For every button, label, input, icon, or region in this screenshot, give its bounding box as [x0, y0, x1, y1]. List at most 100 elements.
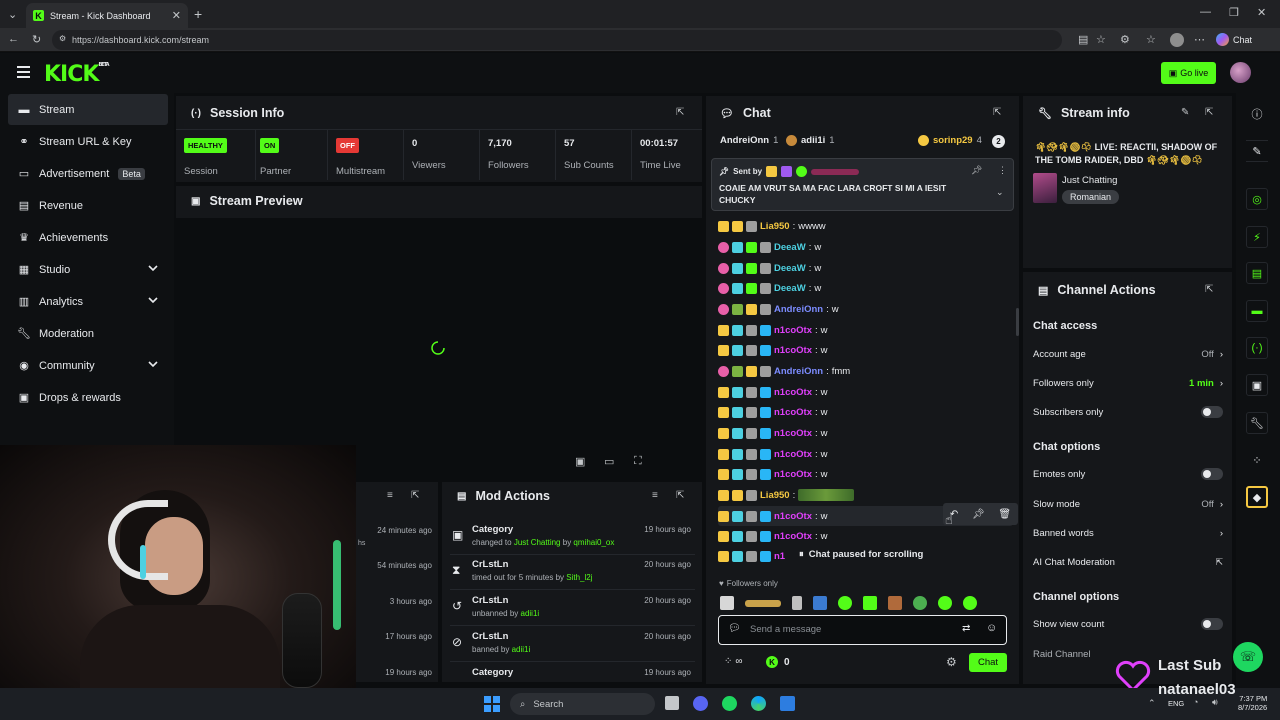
ai-chat-moderation-setting[interactable]: AI Chat Moderation ⇱ [1033, 554, 1223, 570]
chat-username[interactable]: n1coOtx [774, 387, 812, 398]
edit-pencil-icon[interactable]: ✎ [1181, 107, 1189, 118]
emote-icon[interactable] [745, 599, 781, 607]
chat-username[interactable]: Lia950 [760, 221, 790, 232]
filter-icon[interactable]: ≡ [652, 490, 658, 501]
followers-only-setting[interactable]: Followers only 1 min › [1033, 375, 1223, 391]
favorite-star-icon[interactable]: ☆ [1096, 33, 1106, 46]
mod-action-link[interactable]: Sith_l2j [566, 573, 592, 582]
show-view-count-setting[interactable]: Show view count [1033, 616, 1223, 632]
emote-icon[interactable] [963, 596, 977, 610]
community-icon[interactable]: ⁘ [1246, 449, 1268, 471]
translate-icon[interactable]: ⇄ [962, 623, 970, 634]
restore-icon[interactable]: ❐ [1229, 6, 1239, 19]
settings-gear-icon[interactable]: ⚙ [946, 655, 957, 669]
emote-icon[interactable] [720, 596, 734, 610]
popout-icon[interactable]: ⇱ [1205, 284, 1213, 295]
emotes-only-setting[interactable]: Emotes only [1033, 466, 1223, 482]
emote-icon[interactable] [813, 596, 827, 610]
show-view-count-toggle[interactable] [1201, 618, 1223, 630]
chat-username[interactable]: DeeaW [774, 283, 806, 294]
refresh-icon[interactable]: ↻ [32, 33, 41, 46]
subscribers-only-setting[interactable]: Subscribers only [1033, 404, 1223, 420]
chat-username[interactable]: AndreiOnn [774, 366, 823, 377]
popout-icon[interactable]: ⇱ [411, 490, 419, 501]
chat-bubble-icon[interactable]: ▬ [1246, 300, 1268, 322]
sidebar-item-stream[interactable]: ▬ Stream [8, 94, 168, 125]
mod-action-item[interactable]: ⊘ CrLstLn banned by adii1i 20 hours ago [450, 627, 695, 662]
emotes-only-toggle[interactable] [1201, 468, 1223, 480]
chat-paused-banner[interactable]: ⏸︎ Chat paused for scrolling [795, 547, 928, 562]
edge-browser-icon[interactable] [751, 696, 766, 711]
top-gifter-1[interactable]: AndreiOnn 1 [720, 135, 778, 146]
chat-message[interactable]: Lia950: wwww [718, 216, 826, 236]
sidebar-item-studio[interactable]: ▦ Studio [8, 254, 168, 285]
more-options-icon[interactable]: ⋮ [998, 165, 1007, 176]
sidebar-item-revenue[interactable]: ▤ Revenue [8, 190, 168, 221]
mod-action-link[interactable]: adii1i [512, 645, 531, 654]
document-icon[interactable]: ▤ [1246, 262, 1268, 284]
chat-message[interactable]: AndreiOnn: w [718, 299, 839, 319]
app-icon[interactable] [780, 696, 795, 711]
language-indicator[interactable]: ENG [1168, 699, 1184, 708]
emote-icon[interactable] [938, 596, 952, 610]
category-thumbnail[interactable] [1033, 173, 1057, 203]
popout-icon[interactable]: ⇱ [1205, 107, 1213, 118]
pinned-message[interactable]: 📌︎ Sent by 📌︎ ⋮ COAIE AM VRUT SA MA FAC … [711, 158, 1014, 211]
chat-message[interactable]: DeeaW: w [718, 258, 821, 278]
chat-scrollbar[interactable] [1016, 308, 1019, 336]
channel-points-indicator[interactable]: ⁘ ∞ [724, 656, 743, 667]
chat-username[interactable]: DeeaW [774, 242, 806, 253]
emote-icon[interactable] [838, 596, 852, 610]
close-tab-icon[interactable]: ✕ [172, 9, 181, 22]
task-view-icon[interactable] [665, 696, 679, 710]
layout-icon[interactable]: ▣ [1246, 374, 1268, 396]
windows-start-icon[interactable] [484, 696, 500, 712]
popout-icon[interactable]: ⇱ [676, 107, 684, 118]
tray-chevron-up-icon[interactable]: ⌃ [1148, 698, 1156, 709]
mod-action-item[interactable]: ↺ CrLstLn unbanned by adii1i 20 hours ag… [450, 591, 695, 626]
edit-pencil-icon[interactable]: ✎ [1246, 140, 1268, 162]
collections-icon[interactable]: ☆ [1146, 33, 1156, 46]
chat-username[interactable]: n1coOtx [774, 469, 812, 480]
url-bar[interactable]: https://dashboard.kick.com/stream [52, 30, 1062, 50]
copilot-chat-button[interactable]: Chat [1216, 33, 1252, 46]
chat-message[interactable]: n1coOtx: w [718, 382, 828, 402]
pip-icon[interactable]: ▣ [575, 455, 585, 468]
browser-tab[interactable]: K Stream - Kick Dashboard ✕ [26, 3, 188, 28]
sidebar-item-community[interactable]: ◉ Community [8, 350, 168, 381]
mod-action-item[interactable]: Category 19 hours ago [450, 663, 695, 682]
support-chat-icon[interactable]: ☏ [1233, 642, 1263, 672]
theater-icon[interactable]: ▭ [604, 455, 614, 468]
new-tab-icon[interactable]: + [194, 6, 202, 22]
reader-icon[interactable]: ▤ [1078, 33, 1088, 46]
volume-icon[interactable]: 🔊︎ [1212, 697, 1218, 708]
more-menu-icon[interactable]: ⋯ [1194, 33, 1205, 46]
chat-message[interactable]: DeeaW: w [718, 237, 821, 257]
taskbar-search[interactable]: ⌕ Search [510, 693, 655, 715]
tab-list-icon[interactable]: ⌄ [8, 8, 17, 21]
unpin-icon[interactable]: 📌︎ [971, 165, 982, 176]
more-gifters-badge[interactable]: 2 [992, 135, 1005, 148]
hamburger-menu-icon[interactable] [17, 66, 30, 78]
fullscreen-icon[interactable]: ⛶ [634, 455, 642, 468]
popout-icon[interactable]: ⇱ [993, 107, 1001, 118]
sidebar-item-moderation[interactable]: 🔧︎ Moderation [8, 318, 168, 349]
chat-username[interactable]: n1coOtx [774, 511, 812, 522]
chat-message[interactable]: DeeaW: w [718, 278, 821, 298]
mod-action-link[interactable]: qmihai0_ox [573, 538, 614, 547]
chat-input[interactable]: 💬︎ Send a message ⇄ ☺ [718, 615, 1007, 645]
sidebar-item-advertisement[interactable]: ▭ Advertisement Beta [8, 158, 168, 189]
sidebar-item-stream-url-key[interactable]: ⚭ Stream URL & Key [8, 126, 168, 157]
chat-username[interactable]: n1coOtx [774, 531, 812, 542]
sidebar-item-analytics[interactable]: ▥ Analytics [8, 286, 168, 317]
wifi-icon[interactable]: ◔ [1193, 697, 1198, 707]
emote-icon[interactable] [863, 596, 877, 610]
subscribers-only-toggle[interactable] [1201, 406, 1223, 418]
emoji-icon[interactable]: ☺ [986, 622, 997, 634]
filter-icon[interactable]: ≡ [387, 490, 393, 501]
chat-username[interactable]: n1coOtx [774, 407, 812, 418]
mod-action-item[interactable]: ⧗ CrLstLn timed out for 5 minutes by Sit… [450, 555, 695, 590]
chat-username[interactable]: n1coOtx [774, 428, 812, 439]
chat-message[interactable]: n1coOtx: w [718, 526, 828, 546]
lightning-icon[interactable]: ⚡︎ [1246, 226, 1268, 248]
